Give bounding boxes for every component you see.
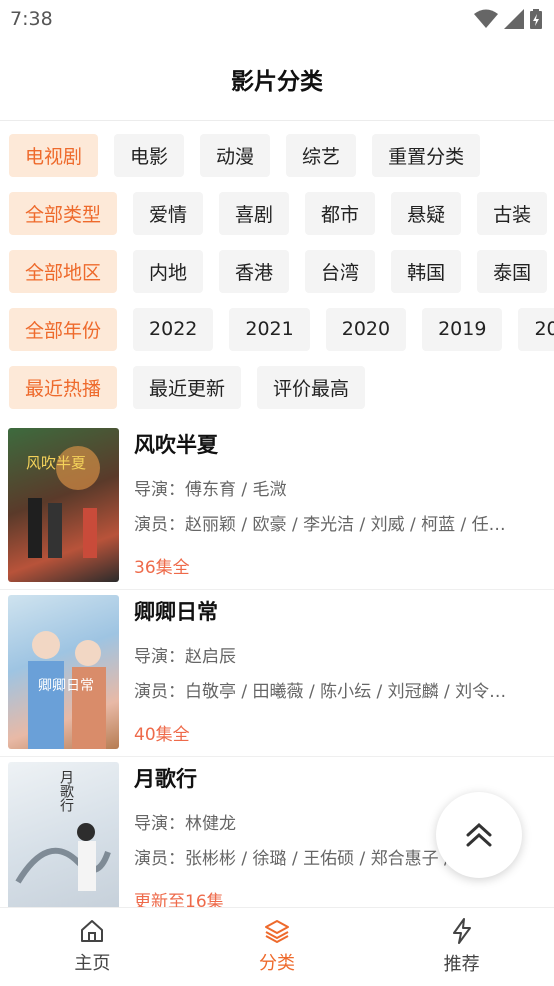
filter-row-sort: 最近热播 最近更新 评价最高	[0, 365, 554, 409]
sort-chip[interactable]: 最近更新	[133, 365, 242, 409]
filter-panel: 电视剧 电影 动漫 综艺 重置分类 全部类型 爱情 喜剧 都市 悬疑 古装 全部…	[0, 121, 554, 409]
filter-chip[interactable]: 都市	[305, 191, 376, 235]
lightning-icon	[452, 918, 471, 944]
movie-poster[interactable]: 卿卿日常	[8, 595, 119, 749]
movie-title: 风吹半夏	[134, 433, 218, 457]
movie-cast: 演员：赵丽颖 / 欧豪 / 李光洁 / 刘威 / 柯蓝 / 任…	[134, 515, 506, 535]
poster-title: 风吹半夏	[26, 454, 87, 472]
nav-home[interactable]: 主页	[0, 908, 185, 986]
filter-row-genre: 全部类型 爱情 喜剧 都市 悬疑 古装	[0, 191, 554, 235]
back-to-top-button[interactable]	[436, 792, 522, 878]
house-icon	[81, 920, 104, 942]
movie-item[interactable]: 风吹半夏 风吹半夏 导演：傅东育 / 毛溦 演员：赵丽颖 / 欧豪 / 李光洁 …	[0, 423, 554, 590]
bottom-nav: 主页 分类 推荐	[0, 907, 554, 986]
filter-chip[interactable]: 全部类型	[9, 191, 118, 235]
episode-status: 40集全	[134, 725, 190, 745]
filter-row-category: 电视剧 电影 动漫 综艺 重置分类	[0, 133, 554, 177]
page-title: 影片分类	[0, 38, 554, 121]
wifi-icon	[474, 9, 498, 28]
movie-title: 卿卿日常	[134, 600, 218, 624]
filter-chip[interactable]: 韩国	[391, 249, 462, 293]
filter-chip[interactable]: 综艺	[286, 133, 357, 177]
movie-item[interactable]: 卿卿日常 卿卿日常 导演：赵启辰 演员：白敬亭 / 田曦薇 / 陈小纭 / 刘冠…	[0, 590, 554, 757]
filter-chip[interactable]: 2019	[422, 307, 503, 351]
episode-status: 36集全	[134, 558, 190, 578]
filter-chip[interactable]: 内地	[133, 249, 204, 293]
reset-filter-button[interactable]: 重置分类	[372, 133, 481, 177]
movie-title: 月歌行	[134, 767, 197, 791]
battery-icon	[530, 9, 542, 29]
filter-chip[interactable]: 泰国	[477, 249, 548, 293]
layers-icon	[265, 920, 289, 943]
filter-chip[interactable]: 2022	[133, 307, 214, 351]
nav-category[interactable]: 分类	[185, 908, 370, 986]
filter-chip[interactable]: 2018	[518, 307, 554, 351]
status-time: 7:38	[10, 8, 53, 30]
filter-chip[interactable]: 电影	[114, 133, 185, 177]
movie-cast: 演员：白敬亭 / 田曦薇 / 陈小纭 / 刘冠麟 / 刘令…	[134, 682, 507, 702]
filter-chip[interactable]: 爱情	[133, 191, 204, 235]
status-bar: 7:38	[0, 0, 554, 38]
filter-chip[interactable]: 全部地区	[9, 249, 118, 293]
poster-title: 月歌行	[58, 770, 74, 812]
poster-title: 卿卿日常	[38, 678, 94, 694]
filter-row-region: 全部地区 内地 香港 台湾 韩国 泰国	[0, 249, 554, 293]
double-chevron-up-icon	[466, 822, 492, 847]
filter-chip[interactable]: 古装	[477, 191, 548, 235]
movie-director: 导演：赵启辰	[134, 647, 236, 667]
filter-chip[interactable]: 台湾	[305, 249, 376, 293]
sort-chip[interactable]: 最近热播	[9, 365, 118, 409]
filter-chip[interactable]: 电视剧	[9, 133, 99, 177]
filter-chip[interactable]: 喜剧	[219, 191, 290, 235]
filter-chip[interactable]: 全部年份	[9, 307, 118, 351]
nav-recommend-label: 推荐	[443, 954, 480, 975]
movie-director: 导演：傅东育 / 毛溦	[134, 480, 287, 500]
filter-chip[interactable]: 2021	[229, 307, 310, 351]
filter-chip[interactable]: 2020	[325, 307, 407, 351]
filter-row-year: 全部年份 2022 2021 2020 2019 2018	[0, 307, 554, 351]
nav-home-label: 主页	[74, 953, 111, 974]
nav-category-label: 分类	[259, 953, 295, 974]
filter-chip[interactable]: 香港	[219, 249, 290, 293]
movie-poster[interactable]: 风吹半夏	[8, 428, 119, 582]
sort-chip[interactable]: 评价最高	[257, 365, 366, 409]
filter-chip[interactable]: 动漫	[200, 133, 271, 177]
nav-recommend[interactable]: 推荐	[369, 908, 554, 986]
cell-signal-icon	[504, 9, 524, 29]
movie-poster[interactable]: 月歌行	[8, 762, 119, 916]
filter-chip[interactable]: 悬疑	[391, 191, 462, 235]
